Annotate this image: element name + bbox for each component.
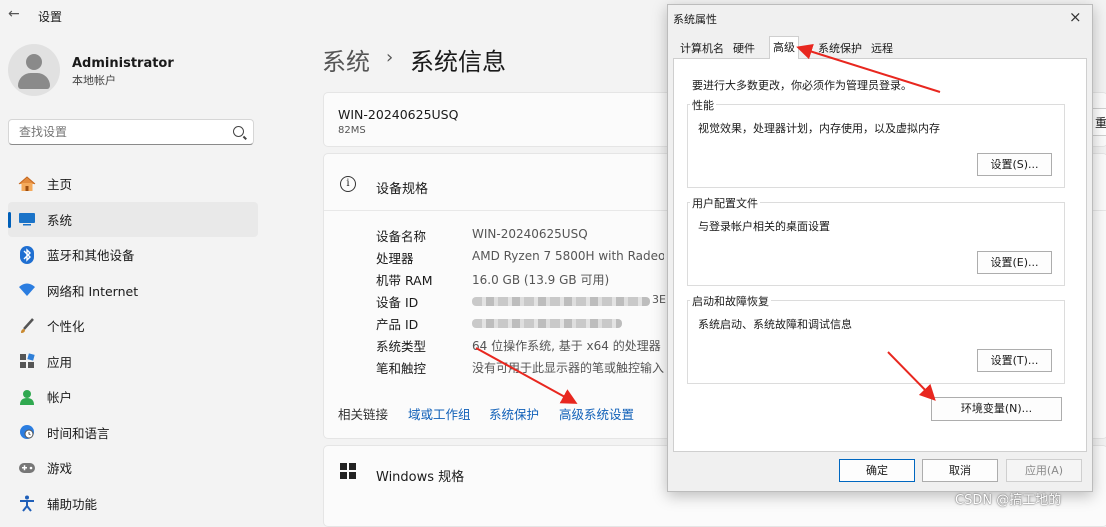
link-system-protection[interactable]: 系统保护 xyxy=(489,404,539,423)
spec-label: 机带 RAM xyxy=(376,273,433,288)
sidebar-item-personalization[interactable]: 个性化 xyxy=(8,308,258,344)
dialog-title: 系统属性 xyxy=(673,13,717,26)
bluetooth-icon xyxy=(18,245,36,264)
spec-value: WIN-20240625USQ xyxy=(472,227,588,241)
tab-system-protection[interactable]: 系统保护 xyxy=(815,39,865,58)
redacted-device-id xyxy=(472,297,650,306)
sidebar-item-network[interactable]: 网络和 Internet xyxy=(8,273,258,309)
close-icon[interactable]: × xyxy=(1069,8,1082,26)
device-name: WIN-20240625USQ xyxy=(338,107,459,122)
tab-hardware[interactable]: 硬件 xyxy=(730,39,758,58)
spec-label: 笔和触控 xyxy=(376,361,427,376)
startup-recovery-settings-button[interactable]: 设置(T)... xyxy=(977,349,1052,372)
watermark: CSDN @搞工地的 xyxy=(955,493,1062,508)
brush-icon xyxy=(18,317,36,335)
search-box[interactable] xyxy=(8,119,254,145)
admin-notice: 要进行大多数更改，你必须作为管理员登录。 xyxy=(692,79,912,92)
sidebar-nav: 主页 系统 蓝牙和其他设备 网络和 Internet 个性化 应用 帐户 时间和… xyxy=(8,166,258,521)
avatar[interactable] xyxy=(8,44,60,96)
spec-value: 16.0 GB (13.9 GB 可用) xyxy=(472,273,610,287)
tab-computer-name[interactable]: 计算机名 xyxy=(677,39,727,58)
sidebar-item-home[interactable]: 主页 xyxy=(8,166,258,202)
info-icon: i xyxy=(340,176,356,192)
spec-value: 没有可用于此显示器的笔或触控输入 xyxy=(472,361,664,375)
group-description: 视觉效果，处理器计划，内存使用，以及虚拟内存 xyxy=(698,122,940,135)
user-profiles-settings-button[interactable]: 设置(E)... xyxy=(977,251,1052,274)
tab-advanced[interactable]: 高级 xyxy=(769,36,799,59)
group-description: 与登录帐户相关的桌面设置 xyxy=(698,220,830,233)
breadcrumb-parent[interactable]: 系统 xyxy=(322,42,370,77)
ok-button[interactable]: 确定 xyxy=(839,459,915,482)
tab-remote[interactable]: 远程 xyxy=(868,39,896,58)
environment-variables-button[interactable]: 环境变量(N)... xyxy=(931,397,1062,421)
user-name: Administrator xyxy=(72,56,174,71)
windows-icon xyxy=(340,463,356,479)
breadcrumb-separator: › xyxy=(386,47,394,68)
related-links-label: 相关链接 xyxy=(338,407,389,422)
performance-settings-button[interactable]: 设置(S)... xyxy=(977,153,1052,176)
user-account-type: 本地帐户 xyxy=(72,74,116,87)
spec-value: 3E xyxy=(652,293,666,306)
app-title: 设置 xyxy=(38,10,63,24)
sidebar-item-gaming[interactable]: 游戏 xyxy=(8,450,258,486)
system-icon xyxy=(18,210,36,228)
wifi-icon xyxy=(18,281,36,299)
sidebar-item-time-language[interactable]: 时间和语言 xyxy=(8,415,258,451)
group-description: 系统启动、系统故障和调试信息 xyxy=(698,318,852,331)
apps-icon xyxy=(18,352,36,370)
spec-label: 系统类型 xyxy=(376,339,427,354)
device-specs-title: 设备规格 xyxy=(376,182,429,197)
windows-specs-title: Windows 规格 xyxy=(376,470,465,485)
spec-label: 设备名称 xyxy=(376,229,427,244)
back-button[interactable]: ← xyxy=(8,6,20,22)
group-title: 用户配置文件 xyxy=(690,195,760,211)
redacted-product-id xyxy=(472,319,622,328)
page-title: 系统信息 xyxy=(410,48,506,76)
search-input[interactable] xyxy=(17,124,221,140)
home-icon xyxy=(18,175,36,193)
sidebar-item-accounts[interactable]: 帐户 xyxy=(8,379,258,415)
sidebar-item-apps[interactable]: 应用 xyxy=(8,344,258,380)
group-title: 性能 xyxy=(690,97,716,113)
globe-icon xyxy=(18,423,36,441)
sidebar-item-accessibility[interactable]: 辅助功能 xyxy=(8,486,258,522)
group-title: 启动和故障恢复 xyxy=(690,293,771,309)
sidebar-item-bluetooth[interactable]: 蓝牙和其他设备 xyxy=(8,237,258,273)
spec-label: 设备 ID xyxy=(376,295,419,310)
spec-label: 处理器 xyxy=(376,251,414,266)
spec-label: 产品 ID xyxy=(376,317,419,332)
cancel-button[interactable]: 取消 xyxy=(922,459,998,482)
search-icon xyxy=(233,126,244,137)
sidebar-item-system[interactable]: 系统 xyxy=(8,201,258,237)
gamepad-icon xyxy=(18,459,36,477)
accessibility-icon xyxy=(18,494,36,512)
spec-value: 64 位操作系统, 基于 x64 的处理器 xyxy=(472,339,661,353)
apply-button[interactable]: 应用(A) xyxy=(1006,459,1082,482)
link-advanced-system-settings[interactable]: 高级系统设置 xyxy=(559,404,634,423)
account-icon xyxy=(18,388,36,406)
device-model: 82MS xyxy=(338,125,366,136)
spec-value: AMD Ryzen 7 5800H with Radeon G xyxy=(472,249,664,263)
link-domain-workgroup[interactable]: 域或工作组 xyxy=(408,404,471,423)
